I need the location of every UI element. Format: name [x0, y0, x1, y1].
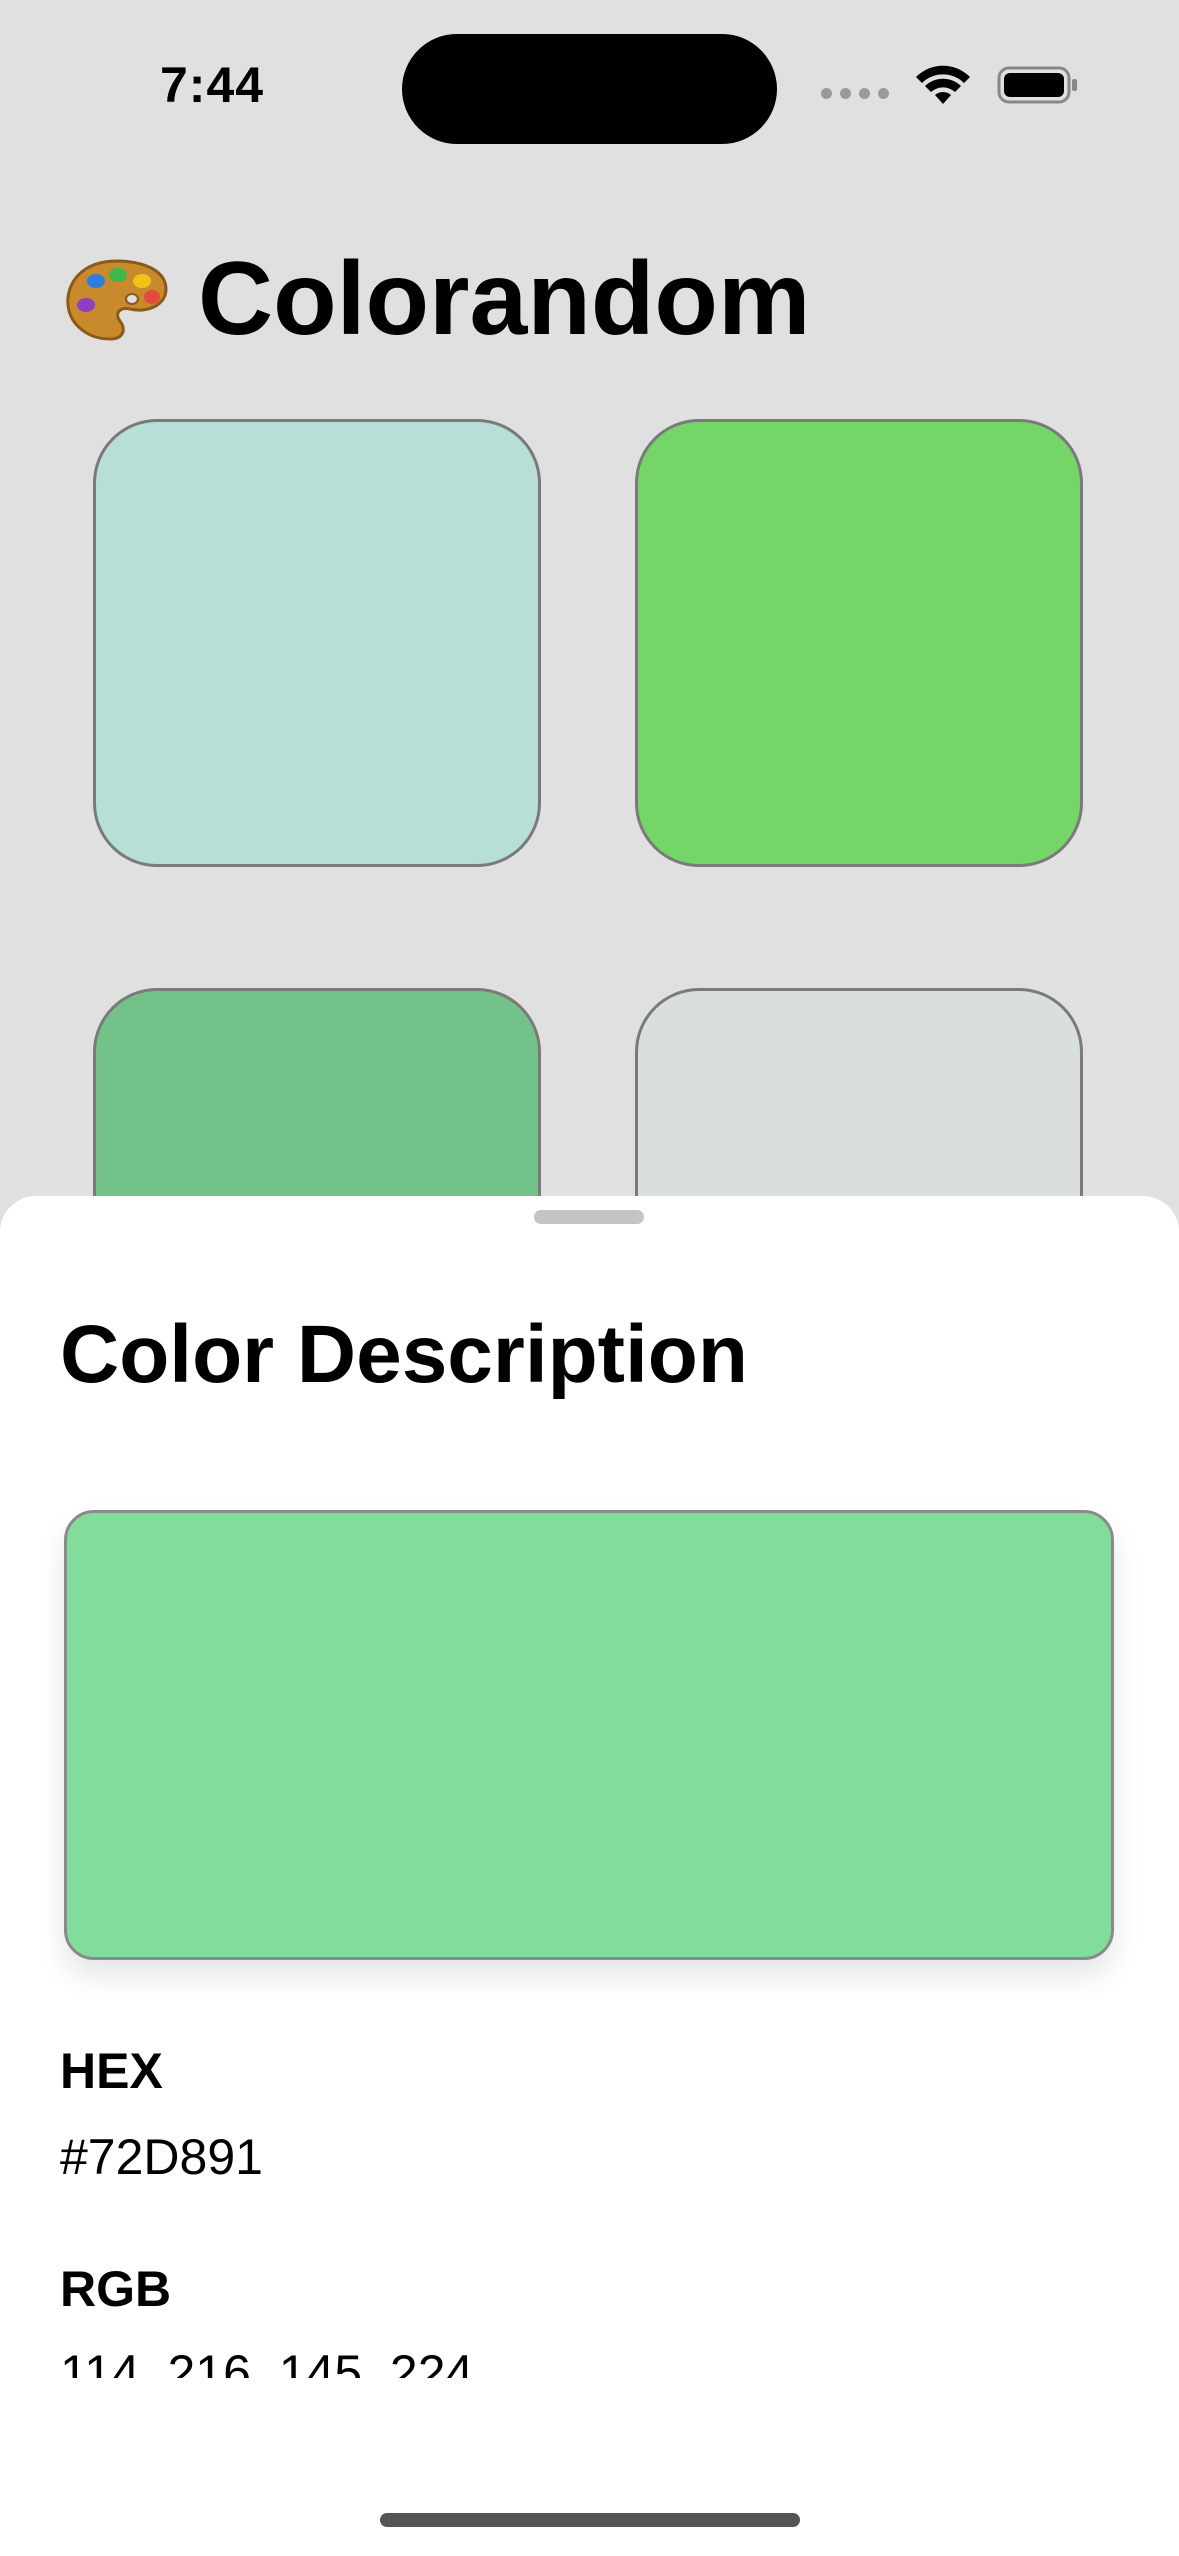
status-icons [821, 64, 1079, 106]
color-swatch[interactable] [635, 419, 1083, 867]
hex-label: HEX [60, 2043, 163, 2099]
cellular-signal-icon [821, 87, 889, 99]
color-swatch[interactable] [93, 419, 541, 867]
hex-value: #72D891 [60, 2129, 263, 2185]
battery-icon [997, 66, 1077, 104]
status-time: 7:44 [160, 57, 265, 113]
home-indicator[interactable] [380, 2513, 800, 2527]
sheet-title: Color Description [60, 1309, 748, 1400]
sheet-grabber[interactable] [534, 1210, 644, 1224]
color-preview [64, 1510, 1114, 1960]
page-title: Colorandom [62, 240, 810, 359]
color-description-sheet: Color Description HEX #72D891 RGB 114, 2… [0, 1196, 1179, 2556]
dynamic-island [402, 34, 777, 144]
wifi-icon [916, 65, 970, 104]
app-title-text: Colorandom [198, 241, 811, 357]
rgb-value-container: 114, 216, 145, 224 [60, 2340, 760, 2378]
palette-icon [66, 258, 168, 341]
rgb-label: RGB [60, 2261, 172, 2317]
rgb-value: 114, 216, 145, 224 [60, 2345, 474, 2378]
